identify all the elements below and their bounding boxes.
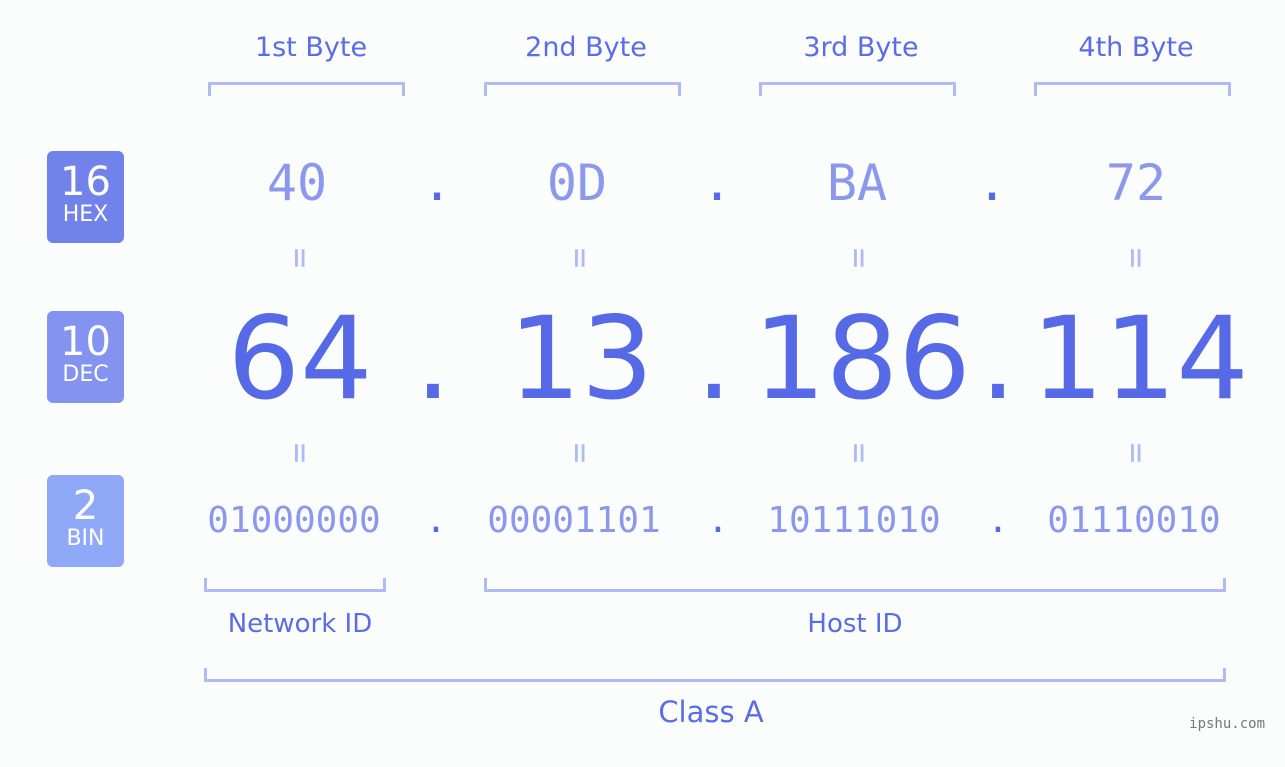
equals-sign: = <box>560 442 600 464</box>
equals-sign: = <box>560 247 600 269</box>
bin-badge: 2 BIN <box>47 475 124 567</box>
byte-header-1: 1st Byte <box>254 32 368 63</box>
network-id-bracket <box>204 578 386 592</box>
dec-badge-base: 10 <box>60 319 111 365</box>
equals-sign: = <box>1116 247 1156 269</box>
class-label: Class A <box>658 695 764 729</box>
byte-bracket-2 <box>484 82 681 96</box>
byte-bracket-4 <box>1034 82 1231 96</box>
equals-sign: = <box>280 247 320 269</box>
dec-badge: 10 DEC <box>47 311 124 403</box>
hex-badge-base: 16 <box>60 159 111 205</box>
watermark: ipshu.com <box>1189 716 1265 732</box>
bin-badge-label: BIN <box>66 526 105 551</box>
host-id-bracket <box>484 578 1226 592</box>
bin-badge-base: 2 <box>72 483 99 529</box>
byte-header-4: 4th Byte <box>1078 32 1194 63</box>
dec-value-4: 114 <box>1031 292 1249 425</box>
equals-sign: = <box>1116 442 1156 464</box>
dec-badge-label: DEC <box>62 362 109 387</box>
byte-bracket-3 <box>759 82 956 96</box>
equals-sign: = <box>280 442 320 464</box>
byte-header-2: 2nd Byte <box>525 32 647 63</box>
equals-sign: = <box>839 247 879 269</box>
byte-bracket-1 <box>208 82 405 96</box>
equals-sign: = <box>839 442 879 464</box>
hex-badge-label: HEX <box>62 202 109 227</box>
hex-badge: 16 HEX <box>47 151 124 243</box>
byte-header-3: 3rd Byte <box>803 32 919 63</box>
bin-value-4: 01110010 <box>1047 500 1221 541</box>
class-bracket <box>204 668 1226 682</box>
host-id-label: Host ID <box>807 609 903 639</box>
hex-value-4: 72 <box>1105 154 1167 212</box>
network-id-label: Network ID <box>227 609 373 639</box>
